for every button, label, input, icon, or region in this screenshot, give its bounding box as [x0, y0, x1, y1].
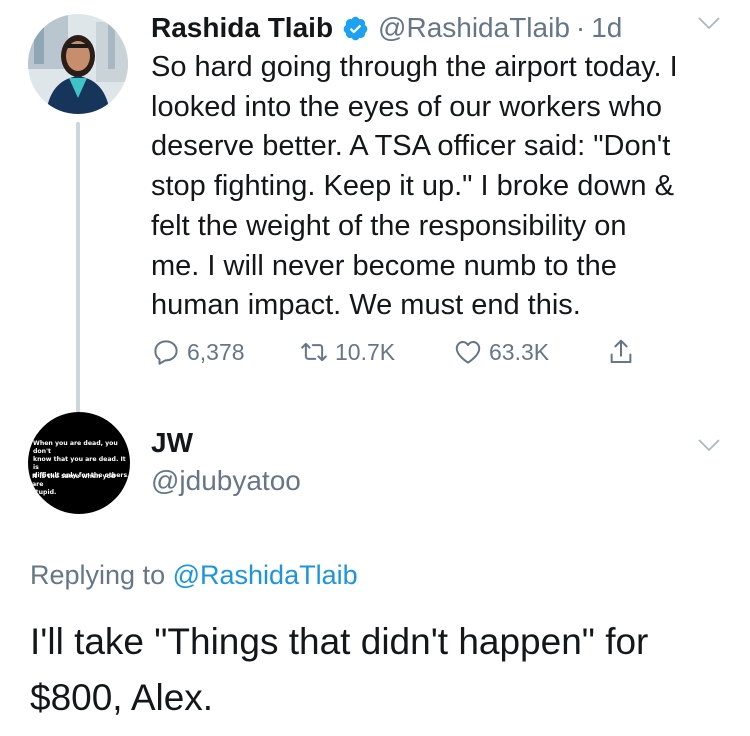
- like-button[interactable]: 63.3K: [453, 337, 549, 367]
- header-separator: ·: [575, 12, 586, 43]
- chevron-down-icon[interactable]: [697, 438, 721, 452]
- avatar-rashida-tlaib[interactable]: [28, 14, 128, 114]
- replying-prefix: Replying to: [30, 560, 166, 590]
- replying-to-mention[interactable]: @RashidaTlaib: [173, 560, 358, 590]
- profile-photo: [28, 14, 128, 114]
- reply-icon: [154, 340, 178, 365]
- tweet-header: Rashida Tlaib @RashidaTlaib · 1d: [151, 8, 622, 48]
- retweet-button[interactable]: 10.7K: [299, 337, 395, 367]
- verified-badge-icon: [342, 15, 369, 42]
- reply-author-handle[interactable]: @jdubyatoo: [151, 465, 301, 497]
- share-icon: [610, 339, 632, 363]
- tweet-text: So hard going through the airport today.…: [151, 51, 678, 322]
- reply-text: I'll take "Things that didn't happen" fo…: [30, 621, 649, 718]
- retweet-count: 10.7K: [335, 338, 396, 365]
- thread-line: [76, 122, 80, 422]
- like-count: 63.3K: [489, 338, 550, 365]
- reply-button[interactable]: 6,378: [151, 337, 245, 367]
- replying-to-line: Replying to @RashidaTlaib: [30, 560, 358, 591]
- reply-author-name[interactable]: JW: [151, 427, 193, 459]
- reply-count: 6,378: [187, 338, 245, 365]
- chevron-down-icon[interactable]: [697, 16, 721, 30]
- heart-icon: [455, 341, 481, 364]
- retweet-icon: [301, 342, 327, 362]
- author-name[interactable]: Rashida Tlaib: [151, 12, 333, 44]
- author-handle[interactable]: @RashidaTlaib: [378, 12, 570, 44]
- share-button[interactable]: [606, 337, 642, 367]
- avatar-caption-2: It is the same when you are stupid.: [32, 473, 116, 496]
- avatar-jw[interactable]: When you are dead, you don't know that y…: [28, 412, 130, 514]
- tweet-timestamp[interactable]: 1d: [591, 12, 622, 44]
